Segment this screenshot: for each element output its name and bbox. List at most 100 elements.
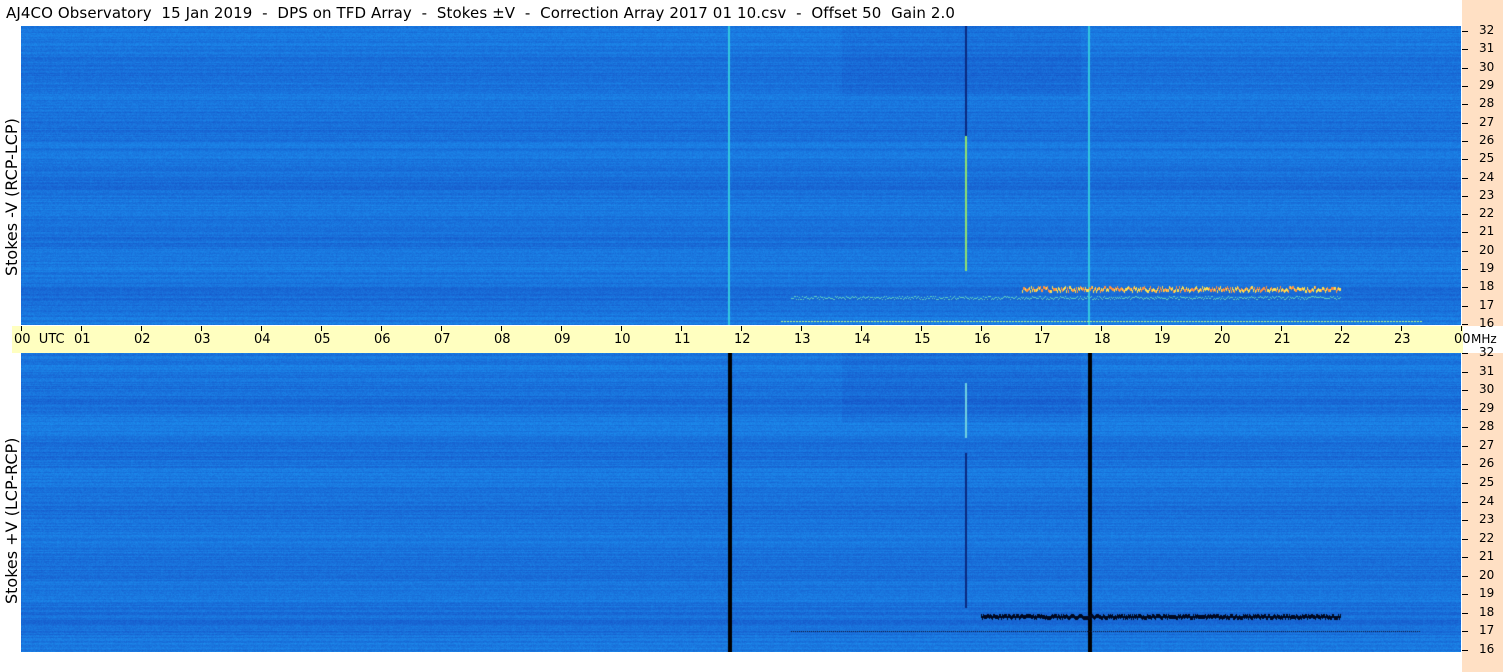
freq-tick-label: 32 xyxy=(1479,23,1495,37)
freq-tick xyxy=(1462,195,1468,197)
time-tick xyxy=(1281,326,1282,331)
time-tick xyxy=(81,326,82,331)
freq-tick xyxy=(1462,557,1468,559)
time-tick-label: 16 xyxy=(974,332,991,347)
spectrogram-top xyxy=(21,26,1461,325)
freq-tick xyxy=(1462,214,1468,216)
freq-tick-label: 16 xyxy=(1479,316,1495,330)
time-tick xyxy=(801,326,802,331)
freq-tick xyxy=(1462,104,1468,106)
freq-tick xyxy=(1462,324,1468,325)
spectrogram-bottom xyxy=(21,353,1461,652)
time-tick-label: 14 xyxy=(854,332,871,347)
freq-tick-label: 19 xyxy=(1479,586,1495,601)
time-tick-label: 02 xyxy=(134,332,151,347)
freq-tick-label: 31 xyxy=(1479,363,1495,378)
frequency-axis-top: 32 31 30 29 28 27 26 25 24 23 22 21 20 19 18 17 16 xyxy=(1462,0,1503,330)
time-tick xyxy=(441,326,442,331)
time-tick-label: 20 xyxy=(1214,332,1231,347)
freq-tick-label: 17 xyxy=(1479,297,1495,312)
frequency-unit: MHz xyxy=(1471,332,1497,346)
freq-tick-label: 21 xyxy=(1479,549,1495,564)
freq-tick xyxy=(1462,520,1468,522)
time-tick xyxy=(921,326,922,331)
freq-tick xyxy=(1462,250,1468,252)
time-tick xyxy=(1041,326,1042,331)
time-tick-label: 13 xyxy=(794,332,811,347)
freq-tick xyxy=(1462,501,1468,503)
freq-tick-label: 26 xyxy=(1479,132,1495,147)
freq-tick xyxy=(1462,85,1468,87)
time-tick-label: 08 xyxy=(494,332,511,347)
freq-tick xyxy=(1462,538,1468,540)
time-tick xyxy=(1221,326,1222,331)
time-axis: 00 UTC 01 02 03 04 05 06 07 08 09 10 11 12 13 14 15 16 17… xyxy=(12,326,1471,353)
freq-tick-label: 18 xyxy=(1479,604,1495,619)
top-panel-label: Stokes -V (RCP-LCP) xyxy=(2,118,21,276)
freq-tick-label: 29 xyxy=(1479,77,1495,92)
time-tick xyxy=(621,326,622,331)
time-tick xyxy=(1101,326,1102,331)
freq-tick-label: 30 xyxy=(1479,382,1495,397)
freq-tick xyxy=(1462,122,1468,124)
time-tick xyxy=(861,326,862,331)
freq-tick-label: 19 xyxy=(1479,261,1495,276)
time-tick xyxy=(141,326,142,331)
page-title: AJ4CO Observatory 15 Jan 2019 - DPS on T… xyxy=(6,4,956,22)
freq-tick-label: 18 xyxy=(1479,279,1495,294)
freq-tick xyxy=(1462,269,1468,271)
time-tick xyxy=(1341,326,1342,331)
time-tick-label: 19 xyxy=(1154,332,1171,347)
freq-tick-label: 29 xyxy=(1479,400,1495,415)
freq-tick-label: 24 xyxy=(1479,493,1495,508)
time-tick xyxy=(201,326,202,331)
freq-tick-label: 28 xyxy=(1479,419,1495,434)
time-tick xyxy=(501,326,502,331)
freq-tick-label: 31 xyxy=(1479,41,1495,56)
time-tick-label: 15 xyxy=(914,332,931,347)
freq-tick xyxy=(1462,408,1468,410)
freq-tick xyxy=(1462,445,1468,447)
freq-tick-label: 23 xyxy=(1479,512,1495,527)
freq-tick-label: 32 xyxy=(1479,345,1495,359)
time-tick xyxy=(561,326,562,331)
freq-tick xyxy=(1462,612,1468,614)
time-tick-label: 00 UTC xyxy=(14,332,65,347)
freq-tick-label: 20 xyxy=(1479,242,1495,257)
time-tick-label: 11 xyxy=(674,332,691,347)
time-tick xyxy=(381,326,382,331)
freq-tick xyxy=(1462,49,1468,51)
freq-tick-label: 27 xyxy=(1479,437,1495,452)
time-tick-label: 06 xyxy=(374,332,391,347)
freq-tick-label: 17 xyxy=(1479,623,1495,638)
time-tick-label: 17 xyxy=(1034,332,1051,347)
freq-tick xyxy=(1462,594,1468,596)
freq-tick-label: 20 xyxy=(1479,567,1495,582)
time-tick-label: 21 xyxy=(1274,332,1291,347)
freq-tick xyxy=(1462,31,1468,32)
freq-tick xyxy=(1462,305,1468,307)
freq-tick xyxy=(1462,353,1468,354)
time-tick-label: 03 xyxy=(194,332,211,347)
freq-tick xyxy=(1462,140,1468,142)
time-tick-label: 09 xyxy=(554,332,571,347)
time-tick-label: 23 xyxy=(1394,332,1411,347)
time-tick-label: 05 xyxy=(314,332,331,347)
freq-tick xyxy=(1462,232,1468,234)
freq-tick xyxy=(1462,482,1468,484)
time-tick xyxy=(1461,326,1462,331)
time-tick xyxy=(681,326,682,331)
time-tick xyxy=(261,326,262,331)
freq-tick-label: 28 xyxy=(1479,96,1495,111)
time-tick-label: 07 xyxy=(434,332,451,347)
freq-tick-label: 27 xyxy=(1479,114,1495,129)
freq-tick xyxy=(1462,159,1468,161)
time-tick-label: 00 xyxy=(1454,332,1471,347)
freq-tick xyxy=(1462,575,1468,577)
frequency-axis-bottom: 32 31 30 29 28 27 26 25 24 23 22 21 20 19 18 17 16 xyxy=(1462,345,1503,672)
freq-tick xyxy=(1462,464,1468,466)
freq-tick-label: 24 xyxy=(1479,169,1495,184)
time-tick-label: 01 xyxy=(74,332,91,347)
freq-tick-label: 16 xyxy=(1479,642,1495,656)
freq-tick-label: 26 xyxy=(1479,456,1495,471)
